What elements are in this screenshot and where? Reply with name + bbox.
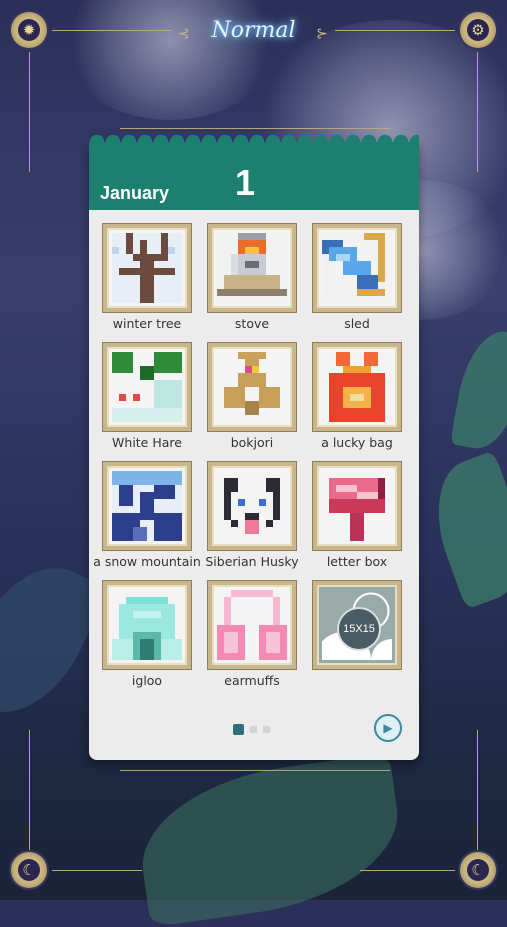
month-label: January: [100, 183, 170, 203]
gear-icon: ⚙: [467, 19, 489, 41]
title-ornament-left: ⊰: [178, 26, 190, 42]
puzzle-tile-earmuffs[interactable]: earmuffs: [202, 575, 302, 694]
page-indicator: [233, 724, 270, 735]
bottom-right-moon: ☾: [460, 852, 496, 888]
title-ornament-right: ⊱: [316, 26, 328, 42]
puzzle-thumbnail: [208, 343, 296, 431]
frame-line: [120, 128, 390, 129]
puzzle-name: igloo: [131, 673, 163, 688]
sled-art: [322, 233, 392, 303]
stove-art: [217, 233, 287, 303]
puzzle-tile-a-lucky-bag[interactable]: a lucky bag: [307, 337, 407, 456]
puzzle-thumbnail: [208, 581, 296, 669]
white-hare-art: [112, 352, 182, 422]
size-badge: 15X15: [337, 607, 381, 651]
puzzle-tile-locked[interactable]: 15X15: [307, 575, 407, 694]
card-header: January 1: [89, 134, 419, 210]
winter-tree-art: [112, 233, 182, 303]
page-dot-active[interactable]: [233, 724, 244, 735]
puzzle-thumbnail: [103, 224, 191, 312]
puzzle-tile-a-snow-mountain[interactable]: a snow mountain: [93, 456, 201, 575]
puzzle-thumbnail: [313, 462, 401, 550]
puzzle-name: bokjori: [230, 435, 274, 450]
puzzle-tile-siberian-husky[interactable]: Siberian Husky: [202, 456, 302, 575]
leaf-decoration: [450, 325, 507, 455]
card-scallop: [89, 134, 419, 150]
puzzle-tile-igloo[interactable]: igloo: [97, 575, 197, 694]
puzzle-name: winter tree: [112, 316, 182, 331]
puzzle-name: Siberian Husky: [205, 554, 299, 569]
day-number: 1: [235, 162, 256, 203]
puzzle-tile-sled[interactable]: sled: [307, 218, 407, 337]
frame-line: [120, 770, 390, 771]
puzzle-thumbnail: [313, 224, 401, 312]
frame-line: [477, 730, 478, 850]
bokjori-art: [217, 352, 287, 422]
frame-line: [29, 52, 30, 172]
puzzle-name: sled: [344, 316, 370, 331]
puzzle-name: earmuffs: [224, 673, 280, 688]
leaf-decoration: [131, 752, 409, 927]
leaf-decoration: [418, 450, 507, 610]
frame-line: [360, 870, 455, 871]
snow-mountain-art: [112, 471, 182, 541]
bottom-left-moon: ☾: [11, 852, 47, 888]
puzzle-name: stove: [234, 316, 270, 331]
frame-line: [29, 730, 30, 850]
puzzle-tile-letter-box[interactable]: letter box: [307, 456, 407, 575]
puzzle-tile-stove[interactable]: stove: [202, 218, 302, 337]
puzzle-thumbnail: [208, 224, 296, 312]
next-page-button[interactable]: ▶: [374, 714, 402, 742]
puzzle-name: a snow mountain: [93, 554, 201, 569]
calendar-card: January 1 winter tree stove sled White H…: [89, 134, 419, 760]
moon-icon: ☾: [18, 859, 40, 881]
frame-line: [52, 870, 142, 871]
puzzle-thumbnail: [103, 581, 191, 669]
husky-art: [217, 471, 287, 541]
puzzle-name: letter box: [326, 554, 388, 569]
mode-title: Normal: [211, 18, 296, 43]
settings-button[interactable]: ⚙: [460, 12, 496, 48]
moon-icon: ☾: [467, 859, 489, 881]
puzzle-name: a lucky bag: [321, 435, 393, 450]
puzzle-tile-bokjori[interactable]: bokjori: [202, 337, 302, 456]
puzzle-tile-white-hare[interactable]: White Hare: [97, 337, 197, 456]
locked-thumbnail: 15X15: [313, 581, 401, 669]
lucky-bag-art: [322, 352, 392, 422]
frame-line: [477, 52, 478, 172]
puzzle-thumbnail: [208, 462, 296, 550]
earmuffs-art: [217, 590, 287, 660]
page-dot[interactable]: [250, 726, 257, 733]
puzzle-thumbnail: [103, 343, 191, 431]
puzzle-thumbnail: [313, 343, 401, 431]
igloo-art: [112, 590, 182, 660]
puzzle-tile-winter-tree[interactable]: winter tree: [97, 218, 197, 337]
puzzle-thumbnail: [103, 462, 191, 550]
letter-box-art: [322, 471, 392, 541]
page-dot[interactable]: [263, 726, 270, 733]
puzzle-name: White Hare: [112, 435, 182, 450]
play-icon: ▶: [383, 721, 393, 735]
